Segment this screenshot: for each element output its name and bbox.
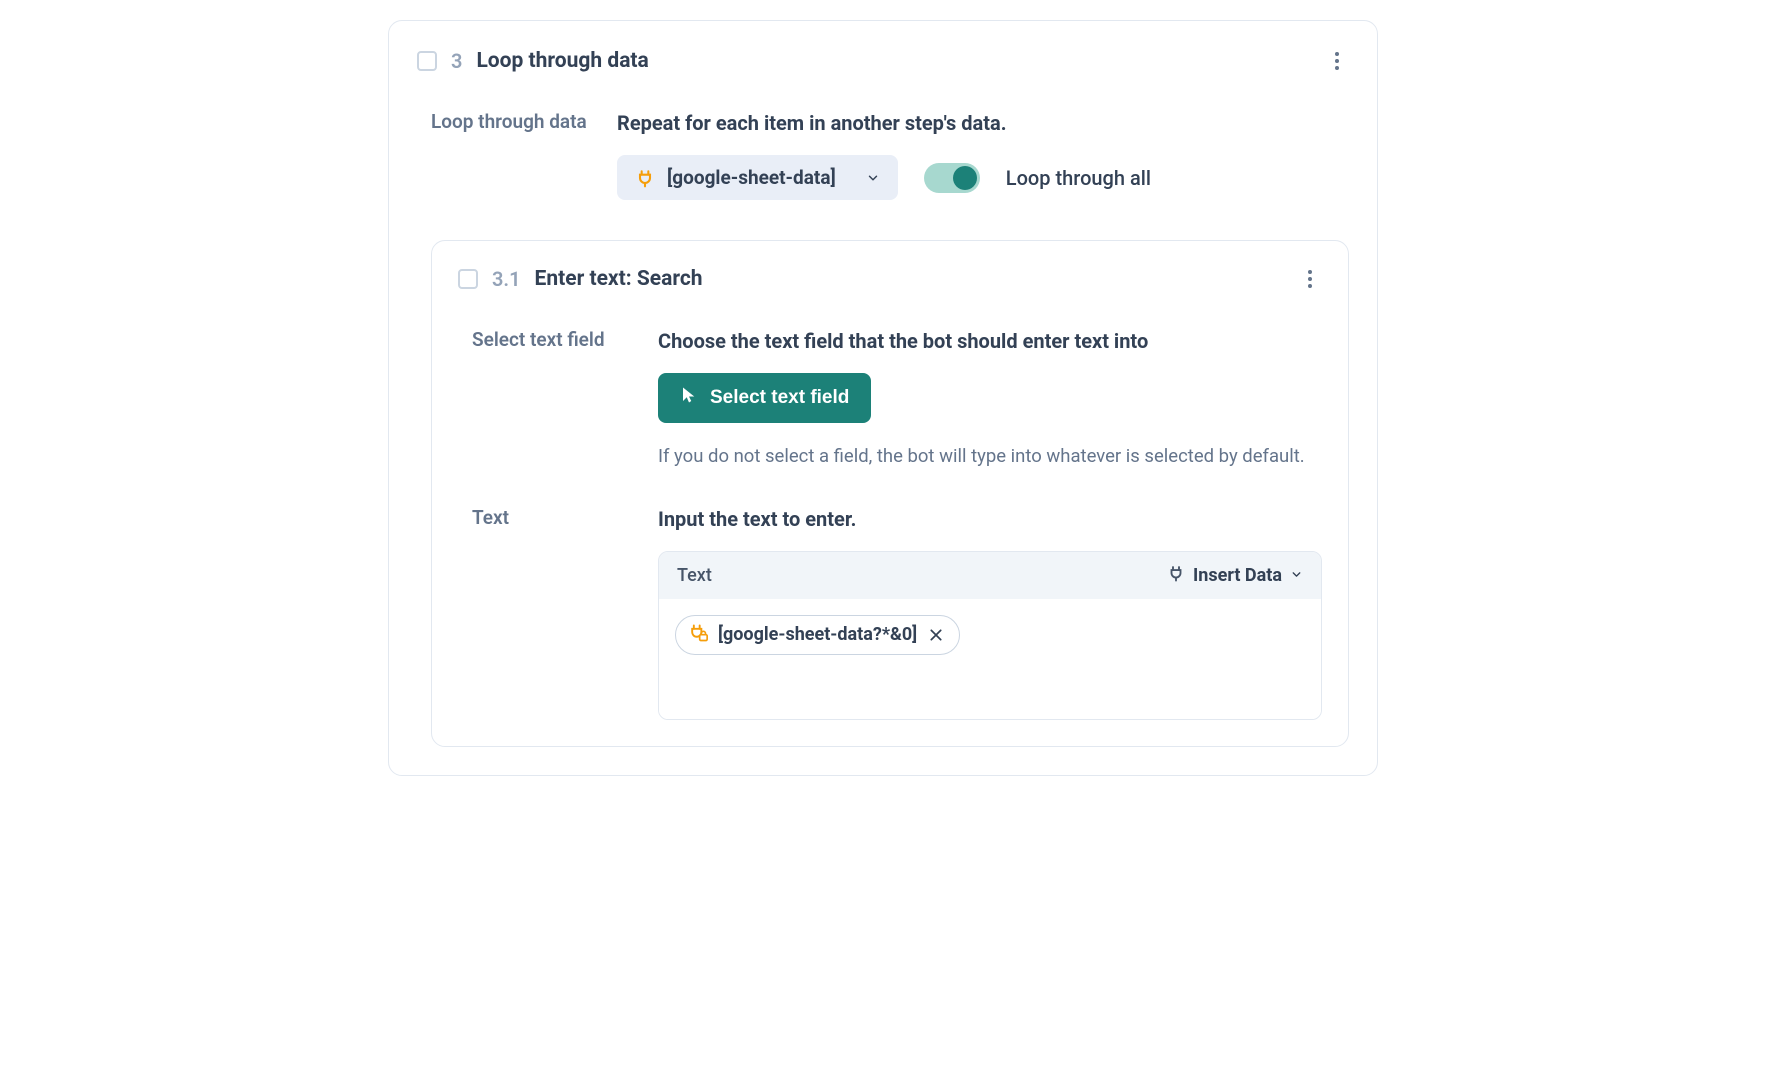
text-content: Input the text to enter. Text <box>658 505 1322 720</box>
insert-data-button[interactable]: Insert Data <box>1167 564 1303 587</box>
select-text-field-row: Select text field Choose the text field … <box>458 327 1322 471</box>
loop-toggle-label: Loop through all <box>1006 166 1151 190</box>
loop-content: Repeat for each item in another step's d… <box>617 109 1349 200</box>
step-card-3-1: 3.1 Enter text: Search Select text field… <box>431 240 1349 747</box>
cursor-icon <box>680 386 698 410</box>
chevron-down-icon <box>1290 565 1303 586</box>
plug-icon <box>635 168 655 188</box>
select-text-field-button[interactable]: Select text field <box>658 373 871 423</box>
toggle-thumb <box>953 166 977 190</box>
select-text-field-button-label: Select text field <box>710 387 849 409</box>
step-3-1-number: 3.1 <box>492 267 521 291</box>
plug-icon <box>1167 564 1185 587</box>
loop-controls: [google-sheet-data] Loop through all <box>617 155 1349 200</box>
loop-source-text: [google-sheet-data] <box>667 166 836 189</box>
chip-text: [google-sheet-data?*&0] <box>718 624 917 645</box>
select-text-field-label: Select text field <box>472 327 638 471</box>
select-text-field-helper: If you do not select a field, the bot wi… <box>658 443 1322 471</box>
select-text-field-content: Choose the text field that the bot shoul… <box>658 327 1322 471</box>
step-3-1-header: 3.1 Enter text: Search <box>458 267 1322 291</box>
step-3-header-left: 3 Loop through data <box>417 49 649 73</box>
loop-through-data-row: Loop through data Repeat for each item i… <box>417 109 1349 200</box>
text-heading: Input the text to enter. <box>658 505 1322 533</box>
step-3-checkbox[interactable] <box>417 51 437 71</box>
step-3-1-checkbox[interactable] <box>458 269 478 289</box>
text-input-panel-header: Text Insert Data <box>659 552 1321 599</box>
step-card-3: 3 Loop through data Loop through data Re… <box>388 20 1378 776</box>
text-input-panel: Text Insert Data <box>658 551 1322 720</box>
loop-heading: Repeat for each item in another step's d… <box>617 109 1349 137</box>
close-icon[interactable] <box>927 626 945 644</box>
insert-data-label: Insert Data <box>1193 565 1282 586</box>
step-3-header: 3 Loop through data <box>417 49 1349 73</box>
data-chip[interactable]: [google-sheet-data?*&0] <box>675 615 960 655</box>
text-input-body[interactable]: [google-sheet-data?*&0] <box>659 599 1321 719</box>
loop-source-select[interactable]: [google-sheet-data] <box>617 155 898 200</box>
more-icon[interactable] <box>1325 49 1349 73</box>
step-3-title: Loop through data <box>476 49 648 73</box>
chevron-down-icon <box>866 171 880 185</box>
loop-through-all-toggle[interactable] <box>924 163 980 193</box>
select-text-field-heading: Choose the text field that the bot shoul… <box>658 327 1322 355</box>
text-row: Text Input the text to enter. Text <box>458 505 1322 720</box>
step-3-1-title: Enter text: Search <box>535 267 703 291</box>
more-icon[interactable] <box>1298 267 1322 291</box>
step-3-number: 3 <box>451 49 462 73</box>
plug-lock-icon <box>688 623 708 647</box>
text-input-panel-label: Text <box>677 565 712 586</box>
step-3-1-header-left: 3.1 Enter text: Search <box>458 267 703 291</box>
text-label: Text <box>472 505 638 720</box>
loop-label: Loop through data <box>431 109 597 200</box>
